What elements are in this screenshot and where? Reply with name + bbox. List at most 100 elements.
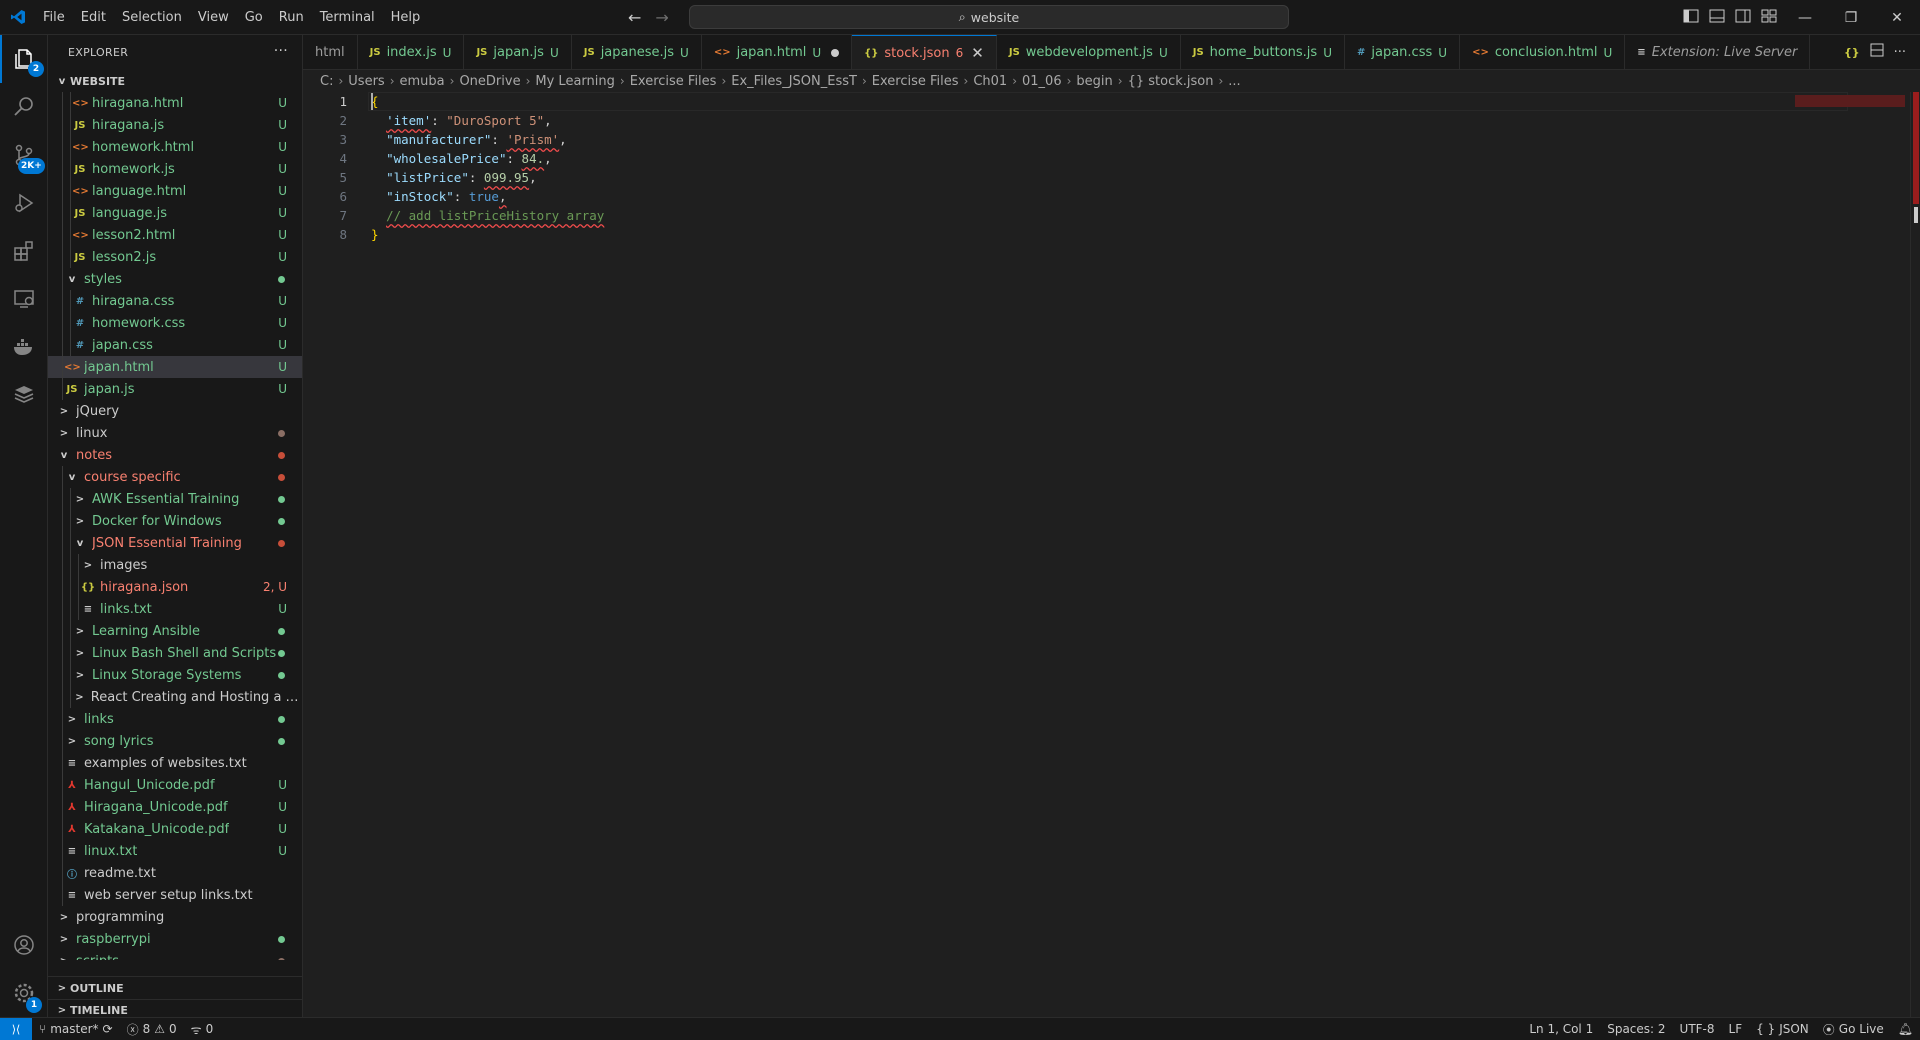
encoding-status[interactable]: UTF-8 — [1673, 1022, 1722, 1036]
outline-section-header[interactable]: > OUTLINE — [48, 977, 302, 999]
explorer-icon[interactable]: 2 — [0, 35, 48, 83]
tree-folder[interactable]: > images — [48, 554, 302, 576]
tree-file[interactable]: JS japan.js U — [48, 378, 302, 400]
accounts-icon[interactable] — [0, 921, 48, 969]
menu-view[interactable]: View — [190, 0, 237, 35]
database-layers-icon[interactable] — [0, 371, 48, 419]
search-sidebar-icon[interactable] — [0, 83, 48, 131]
code-line[interactable]: "inStock": true, — [371, 187, 506, 206]
forward-arrow-icon[interactable]: → — [655, 8, 668, 27]
tree-folder[interactable]: > Docker for Windows — [48, 510, 302, 532]
back-arrow-icon[interactable]: ← — [628, 8, 641, 27]
tree-file[interactable]: <> lesson2.html U — [48, 224, 302, 246]
breadcrumb-item[interactable]: Ex_Files_JSON_EssT — [731, 74, 857, 89]
tree-file[interactable]: ⓘ readme.txt — [48, 862, 302, 884]
editor-tab[interactable]: <> japan.html U — [702, 35, 853, 69]
tree-folder[interactable]: > AWK Essential Training — [48, 488, 302, 510]
ports-status[interactable]: ᯤ 0 — [184, 1021, 221, 1038]
editor-tab[interactable]: JS japan.js U — [464, 35, 572, 69]
menu-help[interactable]: Help — [383, 0, 429, 35]
breadcrumb-item[interactable]: ... — [1228, 74, 1240, 89]
tree-file[interactable]: ⅄ Katakana_Unicode.pdf U — [48, 818, 302, 840]
tree-folder[interactable]: v course specific — [48, 466, 302, 488]
code-line[interactable]: } — [371, 225, 379, 244]
breadcrumb-item[interactable]: Exercise Files — [630, 74, 717, 89]
code-line[interactable]: 'item': "DuroSport 5", — [371, 111, 552, 130]
tree-file[interactable]: # japan.css U — [48, 334, 302, 356]
breadcrumb-item[interactable]: 01_06 — [1022, 74, 1062, 89]
open-preview-icon[interactable]: {} — [1844, 46, 1860, 59]
eol-status[interactable]: LF — [1722, 1022, 1750, 1036]
close-tab-icon[interactable]: ✕ — [971, 44, 984, 62]
menu-terminal[interactable]: Terminal — [312, 0, 383, 35]
tree-file[interactable]: ≡ examples of websites.txt — [48, 752, 302, 774]
tree-file[interactable]: # hiragana.css U — [48, 290, 302, 312]
toggle-secondary-sidebar-icon[interactable] — [1735, 9, 1751, 27]
tree-folder[interactable]: v notes — [48, 444, 302, 466]
tree-folder[interactable]: > Learning Ansible — [48, 620, 302, 642]
more-actions-icon[interactable]: ··· — [274, 43, 288, 59]
tree-file[interactable]: JS language.js U — [48, 202, 302, 224]
editor-tab[interactable]: ≡ Extension: Live Server — [1625, 35, 1811, 69]
tree-file[interactable]: JS lesson2.js U — [48, 246, 302, 268]
tree-file[interactable]: JS hiragana.js U — [48, 114, 302, 136]
tree-file[interactable]: ≡ linux.txt U — [48, 840, 302, 862]
breadcrumb-item[interactable]: emuba — [400, 74, 445, 89]
tree-folder[interactable]: > linux — [48, 422, 302, 444]
workspace-root-header[interactable]: v WEBSITE — [48, 70, 302, 92]
code-line[interactable]: // add listPriceHistory array — [371, 206, 604, 225]
indentation-status[interactable]: Spaces: 2 — [1600, 1022, 1672, 1036]
menu-run[interactable]: Run — [271, 0, 312, 35]
editor-tab[interactable]: JS index.js U — [358, 35, 465, 69]
minimize-icon[interactable]: — — [1782, 0, 1828, 35]
tree-file[interactable]: {} hiragana.json 2, U — [48, 576, 302, 598]
problems-status[interactable]: ⓧ 8 ⚠ 0 — [120, 1021, 184, 1038]
tree-folder[interactable]: > programming — [48, 906, 302, 928]
toggle-primary-sidebar-icon[interactable] — [1683, 9, 1699, 27]
code-line[interactable]: "wholesalePrice": 84., — [371, 149, 552, 168]
tree-folder[interactable]: > links — [48, 708, 302, 730]
timeline-section-header[interactable]: > TIMELINE — [48, 999, 302, 1017]
manage-gear-icon[interactable]: 1 — [0, 969, 48, 1017]
tree-file[interactable]: <> japan.html U — [48, 356, 302, 378]
tree-folder[interactable]: > raspberrypi — [48, 928, 302, 950]
code-line[interactable]: "manufacturer": 'Prism', — [371, 130, 567, 149]
tree-file[interactable]: <> language.html U — [48, 180, 302, 202]
tree-folder[interactable]: v JSON Essential Training — [48, 532, 302, 554]
run-debug-icon[interactable] — [0, 179, 48, 227]
remote-indicator-icon[interactable]: ⟩⟨ — [0, 1017, 32, 1040]
customize-layout-icon[interactable] — [1761, 9, 1777, 27]
editor-tab[interactable]: {} stock.json 6 ✕ — [852, 35, 997, 69]
notifications-bell-icon[interactable]: 🔔︎ — [1891, 1022, 1920, 1036]
branch-status[interactable]: ⑂ master* ⟳ — [32, 1022, 120, 1036]
tree-folder[interactable]: > jQuery — [48, 400, 302, 422]
close-window-icon[interactable]: ✕ — [1874, 0, 1920, 35]
breadcrumb-item[interactable]: C: — [320, 74, 333, 89]
editor-tab[interactable]: <> conclusion.html U — [1460, 35, 1626, 69]
split-editor-icon[interactable] — [1870, 43, 1884, 61]
language-mode[interactable]: { } JSON — [1749, 1022, 1816, 1036]
remote-explorer-icon[interactable] — [0, 275, 48, 323]
editor-tab[interactable]: # japan.css U — [1345, 35, 1461, 69]
cursor-position[interactable]: Ln 1, Col 1 — [1522, 1022, 1600, 1036]
breadcrumb-item[interactable]: begin — [1076, 74, 1112, 89]
tree-file[interactable]: ⅄ Hiragana_Unicode.pdf U — [48, 796, 302, 818]
tree-folder[interactable]: > song lyrics — [48, 730, 302, 752]
editor-tab[interactable]: JS webdevelopment.js U — [997, 35, 1181, 69]
menu-file[interactable]: File — [35, 0, 73, 35]
command-center-search[interactable]: ⌕ website — [689, 5, 1289, 29]
tree-file[interactable]: ≡ links.txt U — [48, 598, 302, 620]
toggle-panel-icon[interactable] — [1709, 9, 1725, 27]
unsaved-dot-icon[interactable] — [831, 48, 840, 57]
breadcrumb-item[interactable]: Ch01 — [973, 74, 1007, 89]
tree-folder[interactable]: v styles — [48, 268, 302, 290]
tree-folder[interactable]: > React Creating and Hosting a Full... — [48, 686, 302, 708]
breadcrumb-item[interactable]: Exercise Files — [872, 74, 959, 89]
tree-folder[interactable]: > Linux Bash Shell and Scripts — [48, 642, 302, 664]
tree-folder[interactable]: > Linux Storage Systems — [48, 664, 302, 686]
menu-go[interactable]: Go — [237, 0, 271, 35]
breadcrumb-item[interactable]: {} stock.json — [1128, 74, 1214, 89]
breadcrumb-item[interactable]: My Learning — [535, 74, 614, 89]
source-control-icon[interactable]: 2K+ — [0, 131, 48, 179]
breadcrumb-item[interactable]: Users — [348, 74, 384, 89]
